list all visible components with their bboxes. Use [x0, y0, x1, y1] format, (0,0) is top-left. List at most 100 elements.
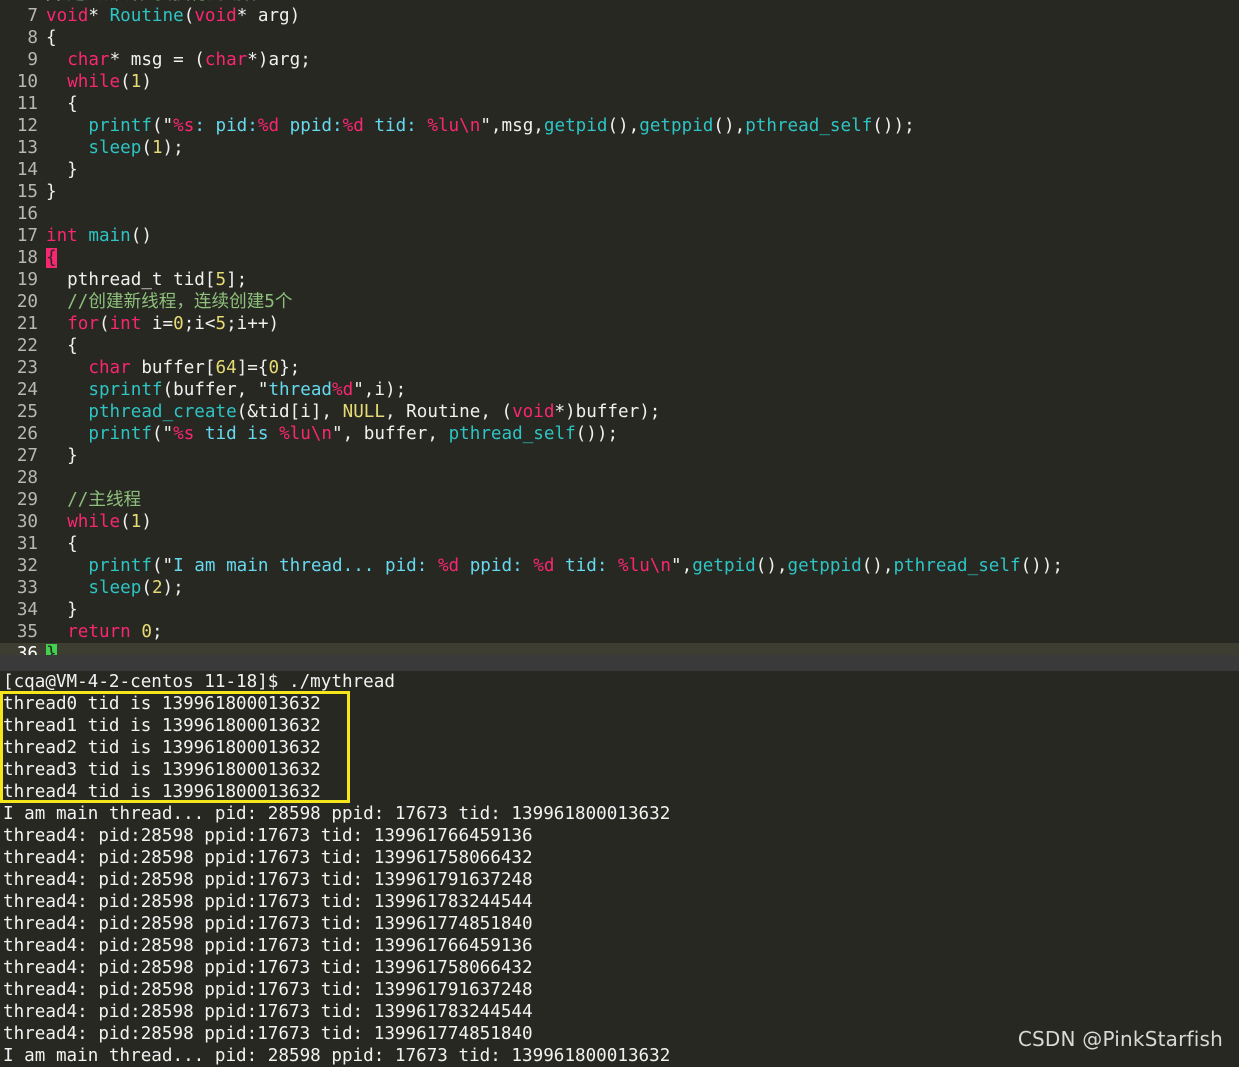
terminal-line: thread4: pid:28598 ppid:17673 tid: 13996… [3, 848, 533, 868]
code-token: getppid [787, 556, 862, 576]
code-text: } [46, 182, 57, 202]
code-line[interactable]: 14 } [0, 159, 1239, 181]
code-token: ", [671, 556, 693, 576]
code-token: for [67, 314, 99, 334]
code-token: (" [151, 556, 174, 576]
code-token: int [109, 314, 142, 334]
code-token: ( [120, 72, 131, 92]
code-text: printf("%s: pid:%d ppid:%d tid: %lu\n",m… [46, 116, 914, 136]
terminal-line: thread4: pid:28598 ppid:17673 tid: 13996… [3, 936, 533, 956]
line-number: 9 [27, 50, 38, 70]
code-token: pthread_t tid[ [46, 270, 216, 290]
code-line[interactable]: 24 sprintf(buffer, "thread%d",i); [0, 379, 1239, 401]
code-line[interactable]: 16 [0, 203, 1239, 225]
code-text: { [46, 94, 78, 114]
code-token: (" [151, 424, 174, 444]
code-token: * [88, 6, 110, 26]
code-line[interactable]: 33 sleep(2); [0, 577, 1239, 599]
code-line[interactable]: 10 while(1) [0, 71, 1239, 93]
code-token: //主线程 [67, 490, 142, 510]
code-token: (buffer, " [162, 380, 269, 400]
code-line[interactable]: 12 printf("%s: pid:%d ppid:%d tid: %lu\n… [0, 115, 1239, 137]
line-number: 21 [16, 314, 38, 334]
code-token: *)buffer); [554, 402, 661, 422]
line-number: 20 [16, 292, 38, 312]
code-line[interactable]: 7 void* Routine(void* arg) [0, 5, 1239, 27]
code-line[interactable]: 31 { [0, 533, 1239, 555]
code-token: 0 [173, 314, 184, 334]
code-token: } [46, 446, 78, 466]
code-text: while(1) [46, 72, 152, 92]
code-line[interactable]: 19 pthread_t tid[5]; [0, 269, 1239, 291]
line-number: 13 [16, 138, 38, 158]
code-line[interactable]: 35 return 0; [0, 621, 1239, 643]
code-line[interactable]: 34 } [0, 599, 1239, 621]
code-token: (), [607, 116, 640, 136]
code-token: Routine [109, 6, 184, 26]
code-token: getpid [543, 116, 608, 136]
line-number: 11 [16, 94, 38, 114]
code-line[interactable]: 23 char buffer[64]={0}; [0, 357, 1239, 379]
code-line[interactable]: 26 printf("%s tid is %lu\n", buffer, pth… [0, 423, 1239, 445]
code-line[interactable]: 11 { [0, 93, 1239, 115]
code-token: printf [88, 424, 152, 444]
code-token: ppid: [279, 116, 343, 136]
code-token: int [46, 226, 78, 246]
code-token: ); [162, 578, 184, 598]
code-text: //创建新线程，连续创建5个 [46, 292, 292, 312]
code-token: ppid: [459, 556, 534, 576]
line-number: 14 [16, 160, 38, 180]
code-line[interactable]: 18 { [0, 247, 1239, 269]
code-token: { [46, 336, 78, 356]
code-token: ( [141, 138, 152, 158]
code-token: pthread_self [448, 424, 576, 444]
line-number: 26 [16, 424, 38, 444]
code-token: pthread_self [893, 556, 1021, 576]
code-line[interactable]: 21 for(int i=0;i<5;i++) [0, 313, 1239, 335]
editor-terminal-divider [0, 655, 1239, 671]
terminal-line: thread4: pid:28598 ppid:17673 tid: 13996… [3, 870, 533, 890]
code-text: char* msg = (char*)arg; [46, 50, 311, 70]
code-token: %d [257, 116, 280, 136]
code-token: (), [755, 556, 788, 576]
line-number: 8 [27, 28, 38, 48]
code-editor[interactable]: 6//定义新线程要执行的动作7void* Routine(void* arg)8… [0, 0, 1239, 665]
code-line[interactable]: 17 int main() [0, 225, 1239, 247]
code-token: ) [141, 512, 152, 532]
code-line[interactable]: 30 while(1) [0, 511, 1239, 533]
code-text: //主线程 [46, 490, 141, 510]
code-line[interactable]: 9 char* msg = (char*)arg; [0, 49, 1239, 71]
line-number: 34 [16, 600, 38, 620]
code-token: %d [332, 380, 354, 400]
code-line[interactable]: 27 } [0, 445, 1239, 467]
line-number: 16 [16, 204, 38, 224]
line-number: 35 [16, 622, 38, 642]
code-token: tid: [363, 116, 428, 136]
code-line[interactable]: 32 printf("I am main thread... pid: %d p… [0, 555, 1239, 577]
line-number: 23 [16, 358, 38, 378]
code-token: 0 [141, 622, 152, 642]
line-number: 29 [16, 490, 38, 510]
code-token: { [46, 28, 57, 48]
code-line[interactable]: 20 //创建新线程，连续创建5个 [0, 291, 1239, 313]
code-line[interactable]: 25 pthread_create(&tid[i], NULL, Routine… [0, 401, 1239, 423]
code-token: %d [342, 116, 364, 136]
code-line[interactable]: 28 [0, 467, 1239, 489]
code-line[interactable]: 29 //主线程 [0, 489, 1239, 511]
line-number: 28 [16, 468, 38, 488]
code-token: void [512, 402, 555, 422]
code-line[interactable]: 22 { [0, 335, 1239, 357]
code-line[interactable]: 8{ [0, 27, 1239, 49]
code-text: //定义新线程要执行的动作 [46, 0, 261, 4]
code-token: pthread_create [88, 402, 237, 422]
code-line[interactable]: 13 sleep(1); [0, 137, 1239, 159]
code-text: pthread_create(&tid[i], NULL, Routine, (… [46, 402, 660, 422]
code-line[interactable]: 15} [0, 181, 1239, 203]
code-token: main [88, 226, 131, 246]
